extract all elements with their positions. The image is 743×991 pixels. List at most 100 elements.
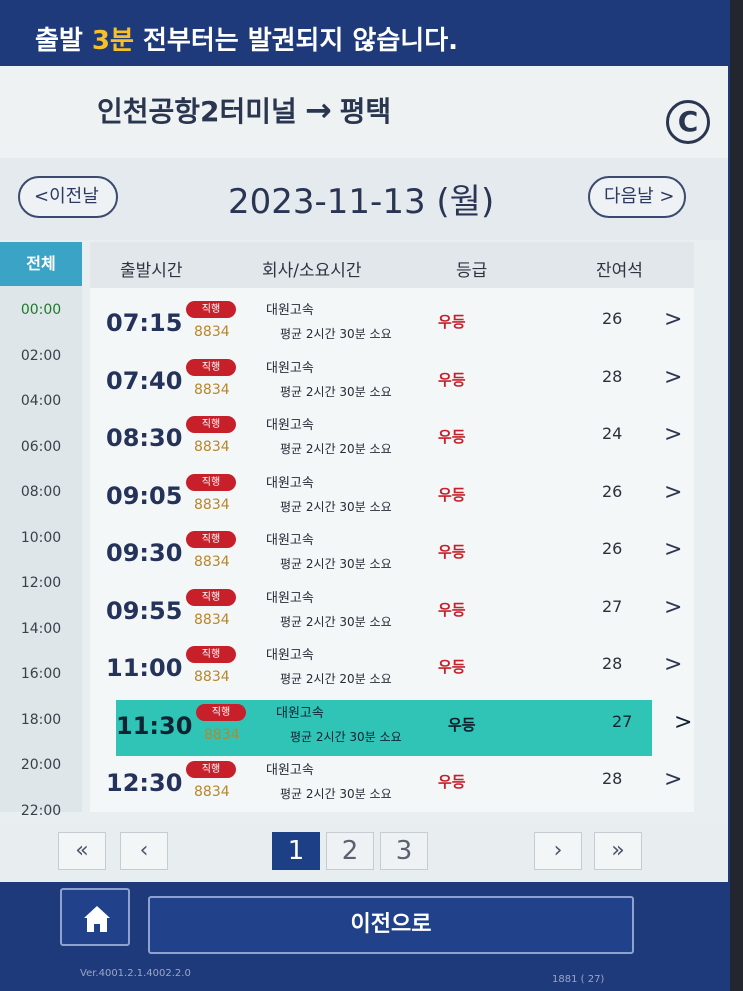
row-badge: 직행: [186, 761, 236, 778]
schedule-row[interactable]: 09:55 직행 8834 대원고속 평균 2시간 30분 소요 우등 27 >: [106, 585, 686, 641]
corner-info: 1881 ( 27): [552, 974, 605, 985]
row-badge: 직행: [186, 416, 236, 433]
time-slot-0400[interactable]: 04:00: [0, 393, 82, 409]
chevron-right-icon: >: [664, 307, 683, 332]
schedule-row[interactable]: 09:30 직행 8834 대원고속 평균 2시간 30분 소요 우등 26 >: [106, 527, 686, 583]
route-arrow-icon: →: [304, 91, 332, 129]
schedule-row[interactable]: 09:05 직행 8834 대원고속 평균 2시간 30분 소요 우등 26 >: [106, 470, 686, 526]
row-bus-number: 8834: [194, 381, 230, 398]
schedule-row[interactable]: 12:30 직행 8834 대원고속 평균 2시간 30분 소요 우등 28 >: [106, 757, 686, 813]
time-slot-0000[interactable]: 00:00: [0, 302, 82, 318]
row-grade: 우등: [438, 773, 466, 791]
time-slot-2000[interactable]: 20:00: [0, 757, 82, 773]
schedule-row[interactable]: 11:30 직행 8834 대원고속 평균 2시간 30분 소요 우등 27 >: [116, 699, 692, 756]
chevron-right-icon: >: [664, 594, 683, 620]
time-filter-column: 전체 00:00 02:00 04:00 06:00 08:00 10:00 12:00 14…: [0, 242, 82, 819]
time-slot-1600[interactable]: 16:00: [0, 666, 82, 682]
row-bus-number: 8834: [194, 324, 230, 340]
row-company: 대원고속: [266, 475, 314, 491]
date-bar: <이전날 2023-11-13 (월) 다음날 >: [0, 158, 728, 240]
chevron-right-icon: >: [664, 422, 683, 447]
schedule-row[interactable]: 11:00 직행 8834 대원고속 평균 2시간 20분 소요 우등 28 >: [106, 642, 686, 698]
notice-highlight: 3분: [91, 26, 134, 56]
next-day-button[interactable]: 다음날 >: [588, 176, 686, 218]
schedule-list: 출발시간 회사/소요시간 등급 잔여석 07:15 직행 8834 대원고속 평균 2시…: [90, 242, 694, 812]
row-badge: 직행: [186, 301, 236, 318]
time-filter-all[interactable]: 전체: [0, 242, 82, 286]
time-slot-0200[interactable]: 02:00: [0, 348, 82, 364]
row-company: 대원고속: [266, 763, 314, 778]
row-grade: 우등: [438, 428, 466, 446]
row-badge: 직행: [196, 703, 246, 721]
chevron-right-icon: >: [664, 652, 683, 677]
row-company: 대원고속: [266, 303, 314, 318]
row-time: 12:30: [106, 769, 183, 797]
chevron-right-icon: >: [664, 364, 683, 390]
row-duration: 평균 2시간 30분 소요: [280, 327, 392, 341]
page-3-button[interactable]: 3: [380, 832, 428, 870]
row-time: 07:40: [106, 366, 183, 395]
home-icon: [84, 906, 110, 918]
last-page-button[interactable]: »: [594, 832, 642, 870]
kiosk-screen: 출발 3분 전부터는 발권되지 않습니다. 인천공항2터미널 → 평택 C <이전날…: [0, 0, 730, 991]
row-company: 대원고속: [266, 360, 314, 376]
back-button[interactable]: 이전으로: [148, 896, 634, 954]
row-grade: 우등: [438, 543, 466, 561]
row-time: 11:30: [116, 711, 193, 740]
route-destination: 평택: [339, 95, 392, 128]
row-seats: 28: [602, 654, 623, 673]
notice-suffix: 전부터는 발권되지 않습니다.: [133, 26, 458, 56]
row-company: 대원고속: [266, 418, 314, 433]
row-company: 대원고속: [276, 705, 324, 721]
time-slot-0800[interactable]: 08:00: [0, 484, 82, 500]
row-time: 09:55: [106, 596, 183, 625]
route-header: 인천공항2터미널 → 평택 C: [0, 66, 728, 158]
row-seats: 27: [602, 596, 623, 616]
home-button[interactable]: [60, 888, 130, 946]
schedule-row[interactable]: 07:40 직행 8834 대원고속 평균 2시간 30분 소요 우등 28 >: [106, 355, 686, 411]
row-time: 09:05: [106, 481, 183, 510]
prev-day-button[interactable]: <이전날: [18, 176, 118, 218]
row-seats: 28: [602, 366, 623, 386]
prev-page-button[interactable]: ‹: [120, 832, 168, 870]
row-time: 11:00: [106, 654, 183, 682]
time-slot-1200[interactable]: 12:00: [0, 575, 82, 591]
time-slot-1000[interactable]: 10:00: [0, 530, 82, 546]
row-duration: 평균 2시간 30분 소요: [280, 384, 392, 399]
schedule-row[interactable]: 07:15 직행 8834 대원고속평균 2시간 30분 소요 우등 26 >: [106, 297, 686, 353]
row-bus-number: 8834: [194, 554, 230, 570]
row-duration: 평균 2시간 30분 소요: [280, 614, 392, 629]
copyright-icon: C: [666, 100, 710, 144]
row-time: 07:15: [106, 309, 183, 337]
row-grade: 우등: [438, 313, 466, 331]
row-duration: 평균 2시간 20분 소요: [280, 442, 392, 456]
row-grade: 우등: [438, 485, 466, 504]
main-panel: 인천공항2터미널 → 평택 C <이전날 2023-11-13 (월) 다음날 > …: [0, 66, 728, 882]
next-page-button[interactable]: ›: [534, 832, 582, 870]
row-grade: 우등: [438, 370, 466, 389]
time-slot-0600[interactable]: 06:00: [0, 439, 82, 455]
row-company: 대원고속: [266, 533, 314, 548]
row-seats: 26: [602, 481, 623, 501]
row-duration: 평균 2시간 30분 소요: [280, 499, 392, 514]
row-grade: 우등: [448, 715, 476, 734]
row-bus-number: 8834: [194, 611, 230, 628]
row-bus-number: 8834: [194, 439, 230, 455]
departure-notice: 출발 3분 전부터는 발권되지 않습니다.: [0, 0, 730, 66]
row-duration: 평균 2시간 30분 소요: [290, 729, 402, 744]
row-grade: 우등: [438, 600, 466, 619]
chevron-right-icon: >: [674, 709, 693, 735]
row-seats: 26: [602, 539, 623, 558]
row-seats: 26: [602, 309, 623, 328]
first-page-button[interactable]: «: [58, 832, 106, 870]
row-badge: 직행: [186, 646, 236, 663]
row-bus-number: 8834: [204, 726, 240, 743]
time-slot-1800[interactable]: 18:00: [0, 712, 82, 728]
page-1-button[interactable]: 1: [272, 832, 320, 870]
time-slot-2200[interactable]: 22:00: [0, 803, 82, 819]
page-2-button[interactable]: 2: [326, 832, 374, 870]
notice-prefix: 출발: [35, 26, 92, 56]
schedule-row[interactable]: 08:30 직행 8834 대원고속 평균 2시간 20분 소요 우등 24 >: [106, 412, 686, 468]
time-slot-1400[interactable]: 14:00: [0, 621, 82, 637]
chevron-right-icon: >: [664, 537, 683, 562]
